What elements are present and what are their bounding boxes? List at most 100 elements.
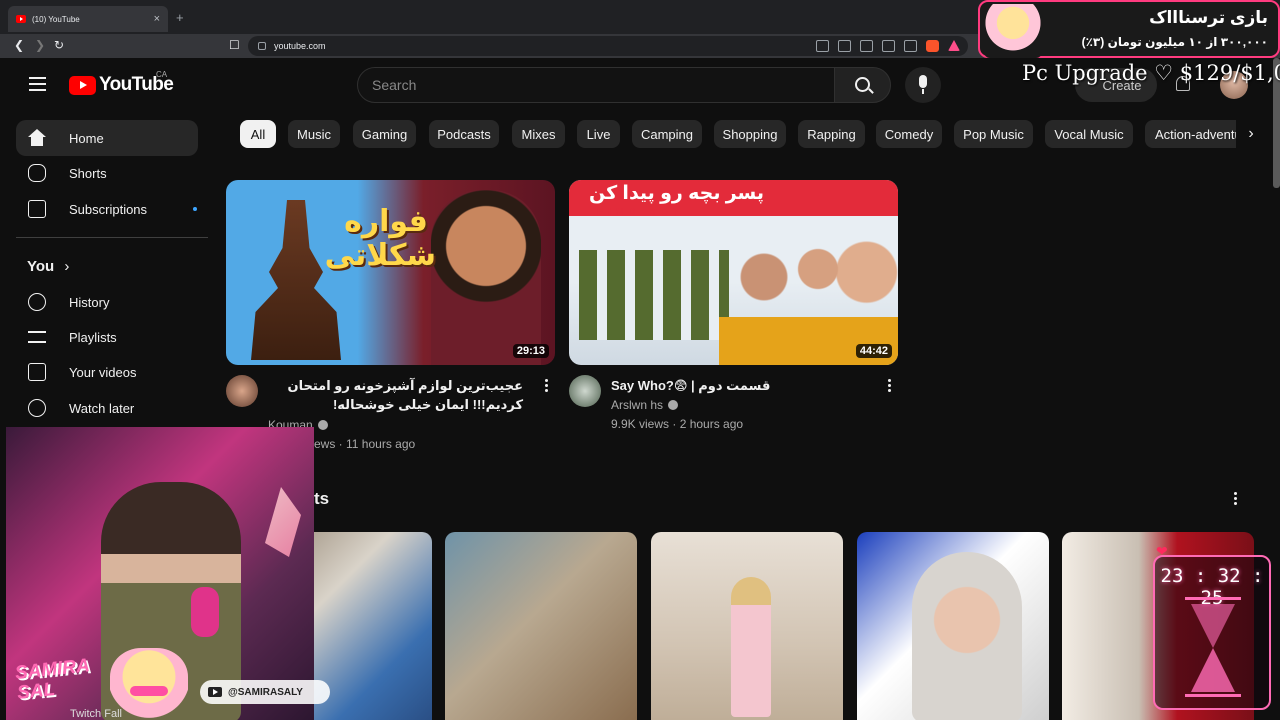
verified-icon: [668, 400, 679, 410]
channel-avatar[interactable]: [226, 375, 258, 407]
video-duration: 44:42: [855, 344, 892, 358]
stream-timer: 23 : 32 : 25: [1153, 555, 1271, 710]
category-chips: All Music Gaming Podcasts Mixes Live Cam…: [240, 120, 1260, 150]
thumbnail-text: فواره شکلاتی: [324, 205, 436, 272]
menu-icon[interactable]: [29, 77, 46, 91]
thumbnail-subtext: FIND BOY: [597, 207, 685, 218]
short-thumbnail[interactable]: [651, 532, 843, 720]
sidebar-item-label: Shorts: [69, 165, 107, 181]
short-thumbnail[interactable]: [445, 532, 637, 720]
video-title[interactable]: عجیب‌ترین لوازم آشپزخونه رو امتحان کردیم…: [268, 376, 523, 414]
sidebar-item-home[interactable]: Home: [16, 120, 198, 156]
chip-music[interactable]: Music: [288, 120, 340, 148]
hide-icon[interactable]: [816, 40, 829, 52]
channel-name: Arslwn hs: [611, 398, 664, 412]
you-section-header[interactable]: You ›: [27, 258, 69, 275]
browser-tab[interactable]: (10) YouTube ×: [8, 6, 168, 32]
share-icon[interactable]: [904, 40, 917, 52]
shorts-more-options-icon[interactable]: [1234, 492, 1238, 506]
chip-pop-music[interactable]: Pop Music: [954, 120, 1033, 148]
sidebar-item-history[interactable]: History: [16, 284, 198, 320]
youtube-logo[interactable]: YouTube CA: [69, 70, 174, 96]
social-handle: @SAMIRASALY: [228, 686, 303, 698]
video-channel[interactable]: Arslwn hs: [611, 396, 679, 415]
forward-icon[interactable]: ❯: [35, 38, 45, 52]
youtube-icon: [208, 687, 222, 697]
history-icon: [28, 293, 46, 311]
sidebar-item-subscriptions[interactable]: Subscriptions: [16, 191, 198, 227]
chip-gaming[interactable]: Gaming: [353, 120, 416, 148]
brave-shield-icon[interactable]: [926, 40, 939, 52]
sidebar-item-watch-later[interactable]: Watch later: [16, 390, 198, 426]
address-bar[interactable]: youtube.com: [248, 36, 968, 56]
streamer-brand: SAMIRA SAL: [14, 655, 93, 704]
sidebar-item-playlists[interactable]: Playlists: [16, 319, 198, 355]
goal-progress: ۳۰۰,۰۰۰ از ۱۰ میلیون تومان (۳٪): [1081, 35, 1268, 49]
shorts-section-title: ts: [314, 489, 330, 508]
new-content-dot: [193, 207, 197, 211]
sidebar-item-your-videos[interactable]: Your videos: [16, 354, 198, 390]
watch-later-icon: [28, 399, 46, 417]
social-handle-badge: @SAMIRASALY: [200, 680, 330, 704]
video-duration: 29:13: [512, 344, 549, 358]
bookmark-icon[interactable]: ☐: [229, 38, 240, 52]
video-thumbnail[interactable]: فواره شکلاتی 29:13: [226, 180, 555, 365]
brave-rewards-icon[interactable]: [948, 40, 960, 51]
tab-title: (10) YouTube: [32, 14, 80, 24]
donation-goal-widget: بازی ترسناااک ۳۰۰,۰۰۰ از ۱۰ میلیون تومان…: [978, 0, 1280, 58]
search-input[interactable]: [358, 68, 834, 102]
subscriptions-icon: [28, 200, 46, 218]
you-heading: You: [27, 258, 55, 275]
search-box: [357, 67, 835, 103]
pc-upgrade-goal: Pc Upgrade ♡ $129/$1,000: [1022, 61, 1280, 85]
chip-camping[interactable]: Camping: [632, 120, 702, 148]
kids-lineup-image: [579, 250, 729, 340]
video-thumbnail[interactable]: پسر بچه رو پیدا کن FIND BOY 44:42: [569, 180, 898, 365]
tab-close-button[interactable]: ×: [154, 13, 160, 25]
extensions-icon[interactable]: [838, 40, 851, 52]
sidebar-item-label: Watch later: [69, 400, 135, 416]
video-stats: ews · 11 hours ago: [314, 437, 416, 451]
country-code: CA: [156, 70, 168, 79]
more-options-icon[interactable]: [888, 379, 892, 393]
sidebar-item-label: Your videos: [69, 364, 137, 380]
chibi-avatar-icon: [984, 4, 1042, 58]
short-person-image: [731, 577, 771, 717]
chip-podcasts[interactable]: Podcasts: [429, 120, 499, 148]
chip-mixes[interactable]: Mixes: [512, 120, 565, 148]
wall-lamp-image: [265, 487, 301, 557]
host-face-image: [431, 190, 541, 365]
sidebar-item-label: Playlists: [69, 329, 117, 345]
youtube-favicon-icon: [16, 15, 26, 23]
chip-comedy[interactable]: Comedy: [876, 120, 942, 148]
chevron-right-icon[interactable]: ›: [1236, 120, 1266, 148]
video-title[interactable]: Say Who?😨 | قسمت دوم: [611, 376, 871, 395]
zoom-icon[interactable]: [882, 40, 895, 52]
site-info-icon[interactable]: [258, 42, 266, 50]
more-options-icon[interactable]: [545, 379, 549, 393]
verified-icon: [317, 420, 328, 430]
chip-vocal-music[interactable]: Vocal Music: [1045, 120, 1133, 148]
chip-all[interactable]: All: [240, 120, 276, 148]
chip-rapping[interactable]: Rapping: [798, 120, 865, 148]
channel-avatar[interactable]: [569, 375, 601, 407]
chip-shopping[interactable]: Shopping: [714, 120, 786, 148]
youtube-play-icon: [69, 75, 96, 95]
back-icon[interactable]: ❮: [14, 38, 24, 52]
sidebar-item-label: History: [69, 294, 110, 310]
microphone-icon[interactable]: [905, 67, 941, 103]
microphone-image: [191, 587, 219, 637]
goal-title: بازی ترسناااک: [1149, 8, 1268, 27]
chip-live[interactable]: Live: [577, 120, 620, 148]
search-icon[interactable]: [834, 67, 891, 103]
new-tab-button[interactable]: +: [176, 10, 184, 25]
sidebar-item-shorts[interactable]: Shorts: [16, 155, 198, 191]
short-thumbnail[interactable]: [857, 532, 1049, 720]
sidebar-item-label: Subscriptions: [69, 201, 148, 217]
chevron-right-icon: ›: [64, 258, 70, 275]
short-person-image: [912, 552, 1022, 720]
reload-icon[interactable]: ↻: [54, 38, 64, 52]
home-icon: [28, 129, 46, 137]
video-stats: 9.9K views · 2 hours ago: [611, 417, 744, 431]
cast-icon[interactable]: [860, 40, 873, 52]
